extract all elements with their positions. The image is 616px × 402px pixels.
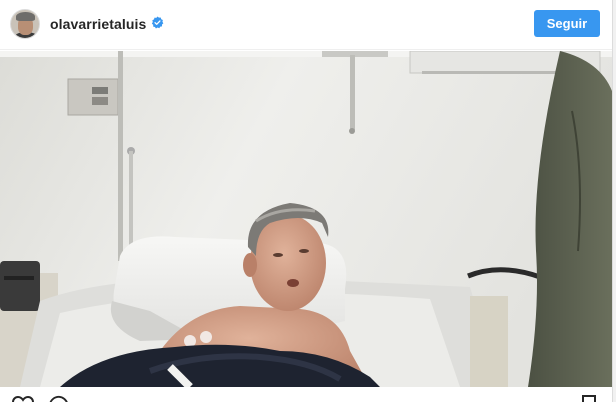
post-photo[interactable] — [0, 51, 612, 387]
profile-avatar[interactable] — [10, 9, 40, 39]
instagram-post: olavarrietaluis Seguir — [0, 0, 612, 402]
verified-badge-icon — [151, 16, 164, 29]
heart-icon[interactable] — [11, 395, 35, 402]
bookmark-icon[interactable] — [581, 395, 597, 402]
post-header: olavarrietaluis Seguir — [0, 0, 612, 50]
username-link[interactable]: olavarrietaluis — [50, 16, 146, 32]
comment-icon[interactable] — [47, 395, 71, 402]
follow-button[interactable]: Seguir — [534, 10, 600, 37]
post-actions-bar — [0, 387, 612, 402]
page-scrollbar[interactable] — [612, 0, 616, 402]
hospital-room-photo — [0, 51, 612, 387]
